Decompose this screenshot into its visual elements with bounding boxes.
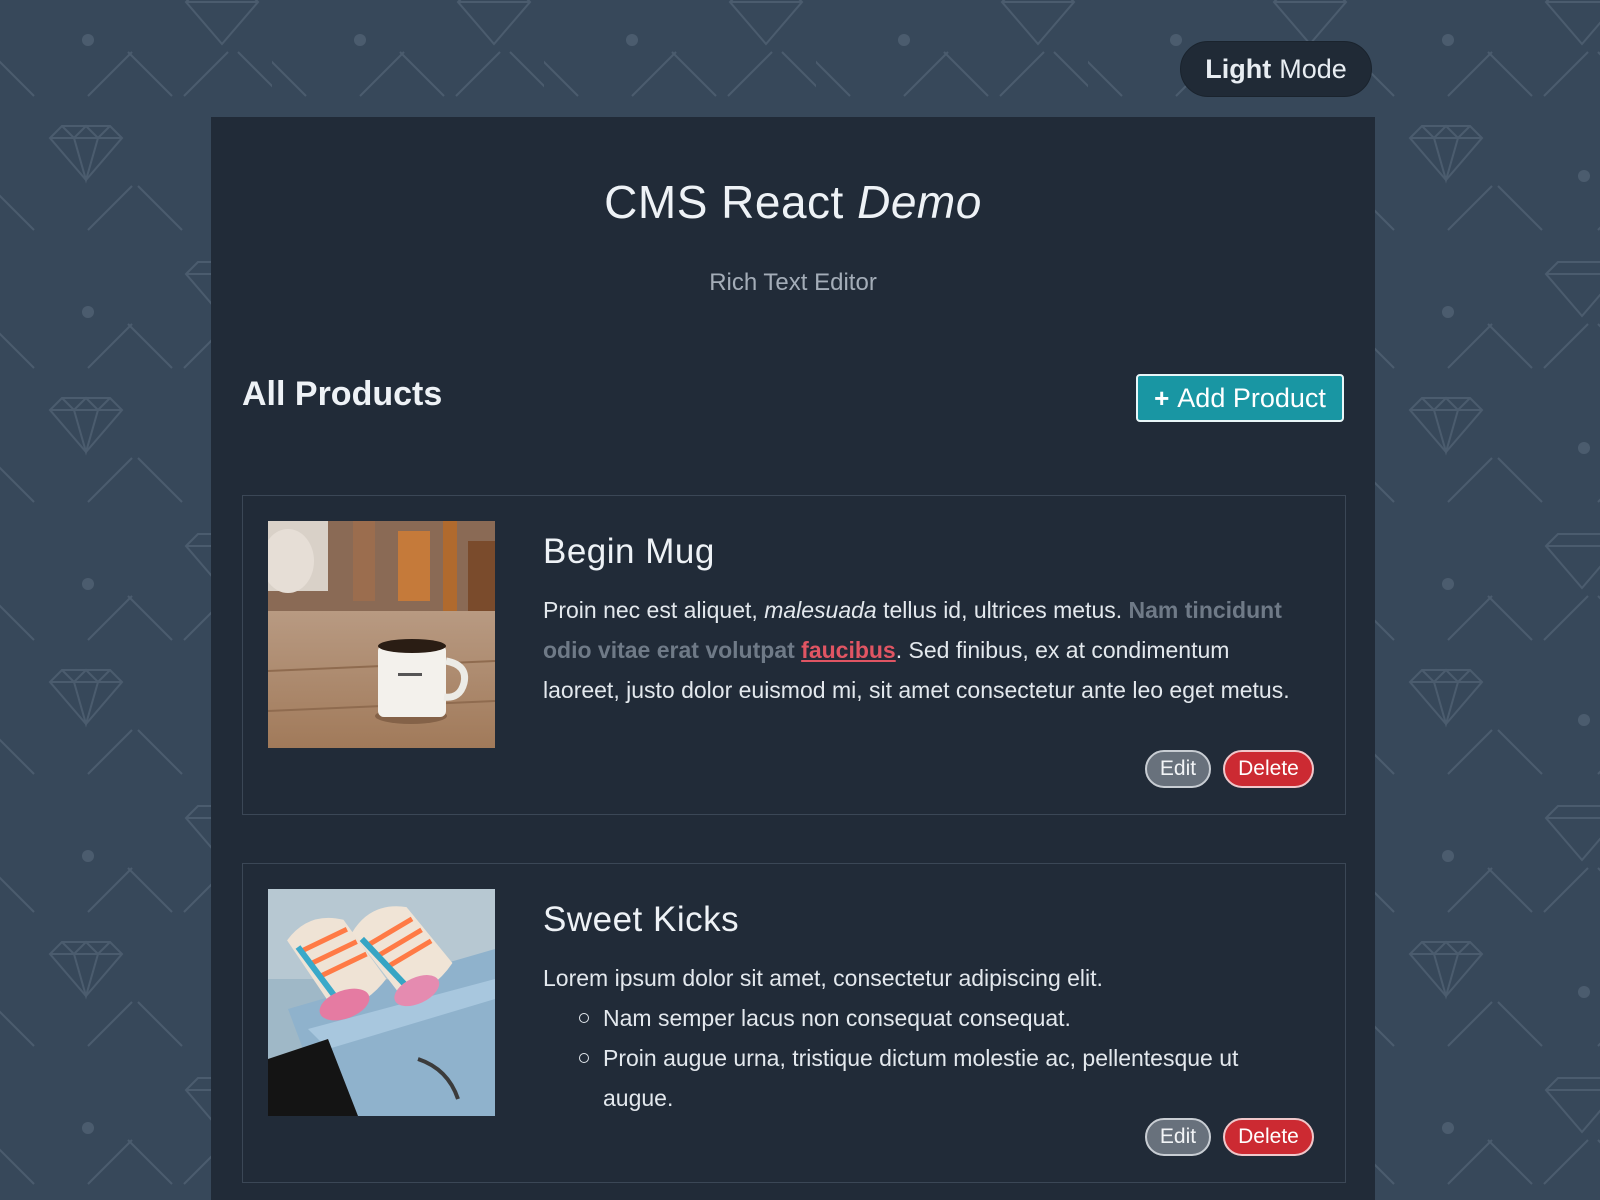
product-card: Sweet Kicks Lorem ipsum dolor sit amet, … <box>242 863 1346 1183</box>
product-description: Lorem ipsum dolor sit amet, consectetur … <box>543 958 1303 1118</box>
app-title-emphasis: Demo <box>857 176 982 228</box>
section-title: All Products <box>242 375 443 413</box>
mode-toggle-strong: Light <box>1205 53 1272 84</box>
coffee-mug-image <box>268 521 495 748</box>
list-item: Nam semper lacus non consequat consequat… <box>579 998 1303 1038</box>
add-product-button[interactable]: + Add Product <box>1136 374 1344 422</box>
light-mode-toggle[interactable]: Light Mode <box>1180 41 1372 97</box>
app-subtitle: Rich Text Editor <box>709 269 877 296</box>
app-title: CMS React Demo <box>211 175 1375 229</box>
edit-button[interactable]: Edit <box>1145 1118 1211 1156</box>
description-paragraph: Proin nec est aliquet, malesuada tellus … <box>543 590 1303 710</box>
text-run: tellus id, ultrices metus. <box>876 597 1129 623</box>
app-title-main: CMS React <box>604 176 844 228</box>
description-paragraph: Lorem ipsum dolor sit amet, consectetur … <box>543 965 1103 991</box>
list-item: Proin augue urna, tristique dictum moles… <box>579 1038 1303 1118</box>
add-product-label: Add Product <box>1177 382 1326 413</box>
product-card: Begin Mug Proin nec est aliquet, malesua… <box>242 495 1346 815</box>
main-panel: CMS React Demo Rich Text Editor All Prod… <box>211 117 1375 1200</box>
delete-button[interactable]: Delete <box>1223 1118 1314 1156</box>
mode-toggle-rest: Mode <box>1279 53 1347 84</box>
sneakers-image <box>268 889 495 1116</box>
delete-button[interactable]: Delete <box>1223 750 1314 788</box>
bullet-list: Nam semper lacus non consequat consequat… <box>543 998 1303 1118</box>
product-title: Sweet Kicks <box>543 900 740 939</box>
italic-text: malesuada <box>764 597 877 623</box>
edit-button[interactable]: Edit <box>1145 750 1211 788</box>
faucibus-link[interactable]: faucibus <box>801 637 896 663</box>
plus-icon: + <box>1154 382 1170 413</box>
product-title: Begin Mug <box>543 532 715 571</box>
product-description: Proin nec est aliquet, malesuada tellus … <box>543 590 1303 710</box>
text-run: Proin nec est aliquet, <box>543 597 765 623</box>
